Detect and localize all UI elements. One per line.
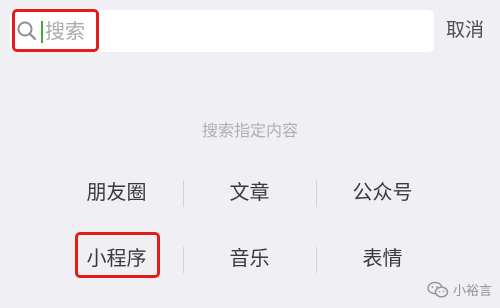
watermark: 小裕言: [427, 280, 492, 299]
text-caret: [41, 21, 43, 43]
category-mini-programs[interactable]: 小程序: [50, 239, 183, 277]
wechat-account-icon: [427, 281, 449, 299]
search-scope-hint: 搜索指定内容: [201, 121, 298, 140]
category-row: 小程序 音乐 表情: [50, 239, 450, 277]
category-music[interactable]: 音乐: [183, 239, 316, 277]
search-input[interactable]: [45, 10, 425, 52]
watermark-text: 小裕言: [452, 284, 492, 299]
category-grid: 朋友圈 文章 公众号 小程序 音乐 表情: [50, 173, 450, 305]
category-moments[interactable]: 朋友圈: [50, 173, 183, 211]
search-icon: [16, 20, 38, 42]
category-official-accounts[interactable]: 公众号: [316, 173, 449, 211]
cancel-button[interactable]: 取消: [446, 15, 484, 42]
category-stickers[interactable]: 表情: [316, 239, 449, 277]
category-articles[interactable]: 文章: [183, 173, 316, 211]
category-row: 朋友圈 文章 公众号: [50, 173, 450, 211]
search-bar[interactable]: [10, 10, 434, 52]
